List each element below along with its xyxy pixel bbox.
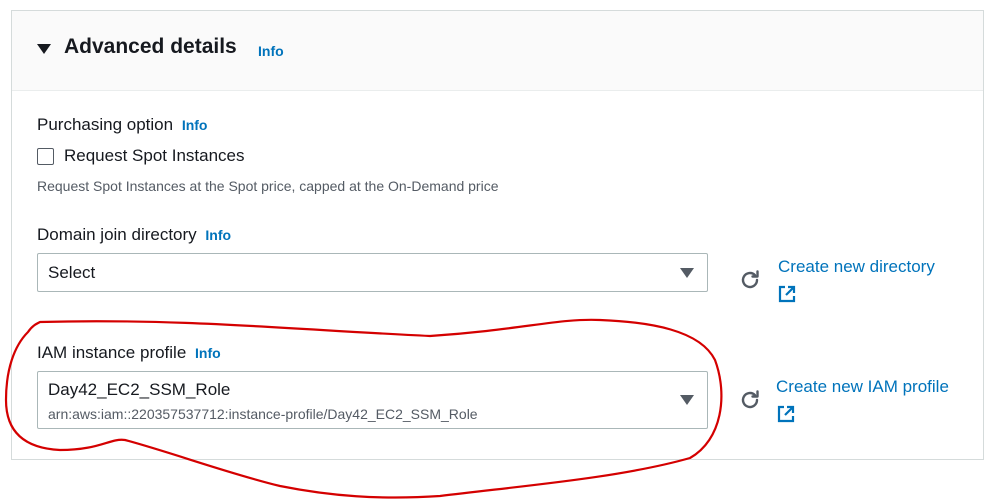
create-directory-link[interactable]: Create new directory: [778, 257, 935, 277]
purchasing-option-label-text: Purchasing option: [37, 115, 174, 134]
iam-profile-select[interactable]: Day42_EC2_SSM_Role arn:aws:iam::22035753…: [37, 371, 708, 429]
iam-profile-info-link[interactable]: Info: [195, 345, 221, 361]
refresh-icon[interactable]: [738, 388, 762, 412]
domain-join-label: Domain join directory Info: [37, 225, 231, 245]
iam-profile-label-text: IAM instance profile: [37, 343, 187, 362]
dropdown-arrow-icon: [680, 395, 694, 405]
iam-profile-selected-value: Day42_EC2_SSM_Role: [48, 380, 231, 399]
create-iam-profile-link[interactable]: Create new IAM profile: [776, 377, 949, 397]
external-link-icon[interactable]: [777, 405, 795, 423]
dropdown-arrow-icon: [680, 268, 694, 278]
domain-join-selected-value: Select: [48, 263, 96, 282]
caret-down-icon[interactable]: [37, 44, 51, 54]
panel-header[interactable]: Advanced details Info: [12, 11, 983, 91]
purchasing-option-label: Purchasing option Info: [37, 115, 207, 135]
domain-join-info-link[interactable]: Info: [205, 227, 231, 243]
panel-title: Advanced details: [64, 35, 237, 58]
domain-join-label-text: Domain join directory: [37, 225, 197, 244]
section-info-link[interactable]: Info: [258, 43, 284, 59]
spot-instances-checkbox-label[interactable]: Request Spot Instances: [64, 146, 245, 166]
purchasing-info-link[interactable]: Info: [182, 117, 208, 133]
iam-profile-selected-arn: arn:aws:iam::220357537712:instance-profi…: [48, 406, 478, 422]
spot-instances-checkbox[interactable]: [37, 148, 54, 165]
refresh-icon[interactable]: [738, 268, 762, 292]
spot-instances-hint: Request Spot Instances at the Spot price…: [37, 178, 499, 194]
external-link-icon[interactable]: [778, 285, 796, 303]
iam-profile-label: IAM instance profile Info: [37, 343, 221, 363]
domain-join-select[interactable]: Select: [37, 253, 708, 292]
